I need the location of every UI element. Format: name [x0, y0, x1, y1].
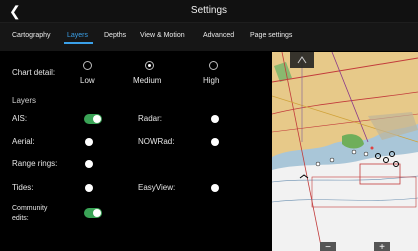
tides-label: Tides: — [12, 183, 34, 192]
tab-bar: Cartography Layers Depths View & Motion … — [0, 23, 418, 51]
tab-page-settings[interactable]: Page settings — [250, 32, 292, 39]
chart-detail-low-label: Low — [80, 76, 95, 85]
marker-icon — [329, 157, 335, 163]
toggle-knob — [85, 138, 93, 146]
active-tab-indicator — [64, 42, 93, 44]
easyview-label: EasyView: — [138, 183, 176, 192]
title-bar: ❮ Settings — [0, 0, 418, 23]
tab-layers[interactable]: Layers — [67, 32, 88, 39]
tab-depths[interactable]: Depths — [104, 32, 126, 39]
nowrad-toggle[interactable] — [210, 137, 228, 147]
chart-detail-high-label: High — [203, 76, 220, 85]
marker-icon — [363, 151, 369, 157]
boundary-line — [331, 52, 369, 143]
ais-toggle[interactable] — [84, 114, 102, 124]
wetland-area — [342, 134, 364, 149]
range-rings-toggle[interactable] — [84, 159, 102, 169]
tab-advanced[interactable]: Advanced — [203, 32, 234, 39]
chart-detail-label: Chart detail: — [12, 68, 56, 77]
range-rings-label: Range rings: — [12, 159, 58, 168]
zoom-in-button[interactable]: + — [374, 242, 390, 251]
toggle-knob — [93, 209, 101, 217]
tides-toggle[interactable] — [84, 183, 102, 193]
toggle-knob — [211, 115, 219, 123]
chart-map — [272, 52, 418, 251]
chart-detail-medium-label: Medium — [133, 76, 162, 85]
chart-preview[interactable]: − + — [272, 52, 418, 251]
toggle-knob — [211, 138, 219, 146]
radar-toggle[interactable] — [210, 114, 228, 124]
layers-heading: Layers — [12, 96, 37, 105]
radar-label: Radar: — [138, 114, 163, 123]
chart-detail-medium-radio[interactable] — [145, 61, 154, 70]
toggle-knob — [93, 115, 101, 123]
aerial-label: Aerial: — [12, 137, 35, 146]
chart-detail-high-radio[interactable] — [209, 61, 218, 70]
marker-icon — [370, 146, 374, 150]
zoom-out-button[interactable]: − — [320, 242, 336, 251]
toggle-knob — [211, 184, 219, 192]
aerial-toggle[interactable] — [84, 137, 102, 147]
chart-detail-low-radio[interactable] — [83, 61, 92, 70]
easyview-toggle[interactable] — [210, 183, 228, 193]
toggle-knob — [85, 184, 93, 192]
nowrad-label: NOWRad: — [138, 137, 175, 146]
community-edits-toggle[interactable] — [84, 208, 102, 218]
marker-icon — [315, 161, 321, 167]
map-overlay — [290, 52, 314, 68]
community-edits-label: Community edits: — [12, 205, 48, 222]
tab-cartography[interactable]: Cartography — [12, 32, 51, 39]
ais-label: AIS: — [12, 114, 28, 123]
marker-icon — [351, 149, 357, 155]
tab-view-motion[interactable]: View & Motion — [140, 32, 185, 39]
toggle-knob — [85, 160, 93, 168]
page-title: Settings — [190, 5, 228, 16]
layers-settings-panel: Chart detail: Low Medium High Layers AIS… — [0, 52, 272, 251]
